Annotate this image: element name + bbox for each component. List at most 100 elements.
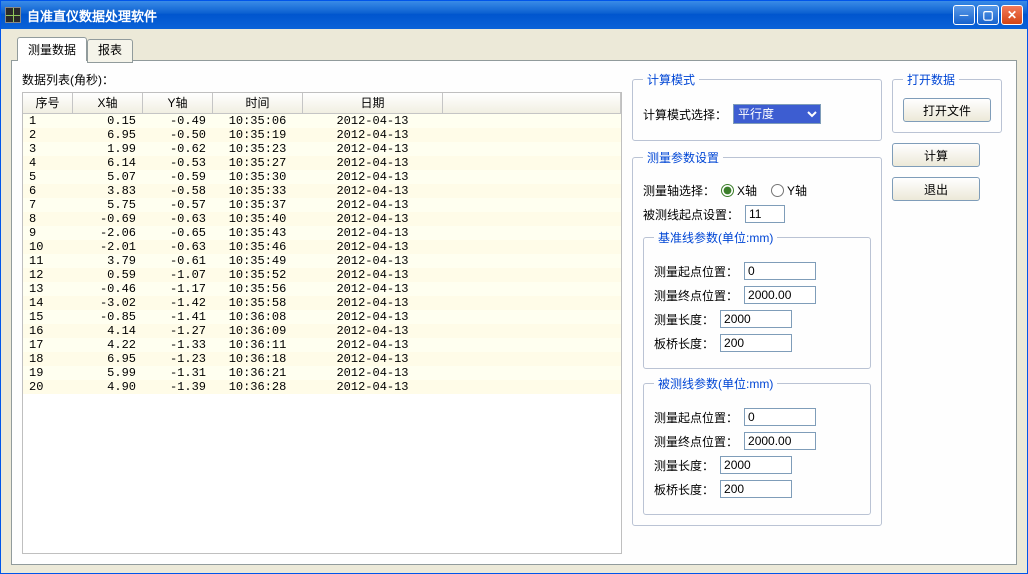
table-row[interactable]: 6 3.83 -0.5810:35:332012-04-13	[23, 184, 621, 198]
base-bridge-input[interactable]	[720, 334, 792, 352]
cell-y: -0.63	[143, 212, 213, 226]
table-row[interactable]: 18 6.95 -1.2310:36:182012-04-13	[23, 352, 621, 366]
cell-index: 20	[23, 380, 73, 394]
axis-x-option[interactable]: X轴	[721, 182, 757, 199]
minimize-button[interactable]: ─	[953, 5, 975, 25]
col-header-blank	[443, 93, 621, 113]
cell-time: 10:35:06	[213, 114, 303, 128]
table-row[interactable]: 4 6.14 -0.5310:35:272012-04-13	[23, 156, 621, 170]
open-data-legend: 打开数据	[903, 71, 959, 88]
axis-y-radio[interactable]	[771, 184, 784, 197]
tab-report[interactable]: 报表	[87, 39, 133, 63]
table-row[interactable]: 20 4.90 -1.3910:36:282012-04-13	[23, 380, 621, 394]
table-row[interactable]: 10 -2.01 -0.6310:35:462012-04-13	[23, 240, 621, 254]
cell-y: -1.31	[143, 366, 213, 380]
col-header-time[interactable]: 时间	[213, 93, 303, 113]
cell-time: 10:36:08	[213, 310, 303, 324]
table-row[interactable]: 14 -3.02 -1.4210:35:582012-04-13	[23, 296, 621, 310]
axis-x-radio[interactable]	[721, 184, 734, 197]
cell-y: -0.62	[143, 142, 213, 156]
cell-x: -0.69	[73, 212, 143, 226]
calc-mode-group: 计算模式 计算模式选择： 平行度	[632, 71, 882, 141]
axis-y-option[interactable]: Y轴	[771, 182, 807, 199]
cell-x: 6.95	[73, 128, 143, 142]
table-row[interactable]: 7 5.75 -0.5710:35:372012-04-13	[23, 198, 621, 212]
table-row[interactable]: 19 5.99 -1.3110:36:212012-04-13	[23, 366, 621, 380]
cell-index: 13	[23, 282, 73, 296]
table-row[interactable]: 8 -0.69 -0.6310:35:402012-04-13	[23, 212, 621, 226]
cell-y: -0.49	[143, 114, 213, 128]
target-len-input[interactable]	[720, 456, 792, 474]
table-row[interactable]: 17 4.22 -1.3310:36:112012-04-13	[23, 338, 621, 352]
target-bridge-label: 板桥长度：	[654, 481, 714, 498]
cell-index: 17	[23, 338, 73, 352]
cell-index: 15	[23, 310, 73, 324]
table-row[interactable]: 5 5.07 -0.5910:35:302012-04-13	[23, 170, 621, 184]
base-len-label: 测量长度：	[654, 311, 714, 328]
cell-y: -1.33	[143, 338, 213, 352]
col-header-index[interactable]: 序号	[23, 93, 73, 113]
base-end-input[interactable]	[744, 286, 816, 304]
open-file-button[interactable]: 打开文件	[903, 98, 991, 122]
cell-time: 10:36:28	[213, 380, 303, 394]
close-button[interactable]: ✕	[1001, 5, 1023, 25]
cell-x: -3.02	[73, 296, 143, 310]
open-data-group: 打开数据 打开文件	[892, 71, 1002, 133]
table-row[interactable]: 12 0.59 -1.0710:35:522012-04-13	[23, 268, 621, 282]
cell-time: 10:36:09	[213, 324, 303, 338]
col-header-x[interactable]: X轴	[73, 93, 143, 113]
exit-button[interactable]: 退出	[892, 177, 980, 201]
cell-y: -1.07	[143, 268, 213, 282]
maximize-button[interactable]: ▢	[977, 5, 999, 25]
col-header-y[interactable]: Y轴	[143, 93, 213, 113]
cell-time: 10:35:58	[213, 296, 303, 310]
cell-index: 2	[23, 128, 73, 142]
cell-date: 2012-04-13	[303, 310, 443, 324]
base-start-input[interactable]	[744, 262, 816, 280]
cell-time: 10:35:30	[213, 170, 303, 184]
cell-time: 10:35:19	[213, 128, 303, 142]
cell-time: 10:35:37	[213, 198, 303, 212]
app-icon	[5, 7, 21, 23]
actions-column: 打开数据 打开文件 计算 退出	[892, 71, 1002, 554]
settings-column: 计算模式 计算模式选择： 平行度 测量参数设置 测量轴选择： X轴	[632, 71, 882, 554]
meas-params-group: 测量参数设置 测量轴选择： X轴 Y轴 被测线起点设置： 基准线参数(单位:mm…	[632, 149, 882, 526]
table-row[interactable]: 11 3.79 -0.6110:35:492012-04-13	[23, 254, 621, 268]
cell-date: 2012-04-13	[303, 352, 443, 366]
cell-index: 8	[23, 212, 73, 226]
base-bridge-label: 板桥长度：	[654, 335, 714, 352]
table-row[interactable]: 9 -2.06 -0.6510:35:432012-04-13	[23, 226, 621, 240]
table-row[interactable]: 1 0.15 -0.4910:35:062012-04-13	[23, 114, 621, 128]
table-row[interactable]: 2 6.95 -0.5010:35:192012-04-13	[23, 128, 621, 142]
tab-measure-data[interactable]: 测量数据	[17, 37, 87, 61]
base-end-label: 测量终点位置：	[654, 287, 738, 304]
table-row[interactable]: 16 4.14 -1.2710:36:092012-04-13	[23, 324, 621, 338]
table-row[interactable]: 3 1.99 -0.6210:35:232012-04-13	[23, 142, 621, 156]
target-start-label: 测量起点位置：	[654, 409, 738, 426]
cell-y: -0.58	[143, 184, 213, 198]
calc-mode-select[interactable]: 平行度	[733, 104, 821, 124]
col-header-date[interactable]: 日期	[303, 93, 443, 113]
cell-time: 10:36:18	[213, 352, 303, 366]
cell-y: -0.61	[143, 254, 213, 268]
tab-strip: 测量数据 报表	[17, 37, 1017, 61]
calc-mode-label: 计算模式选择：	[643, 106, 727, 123]
table-row[interactable]: 13 -0.46 -1.1710:35:562012-04-13	[23, 282, 621, 296]
cell-time: 10:35:56	[213, 282, 303, 296]
base-len-input[interactable]	[720, 310, 792, 328]
calc-button[interactable]: 计算	[892, 143, 980, 167]
target-start-input[interactable]	[744, 408, 816, 426]
cell-x: 3.83	[73, 184, 143, 198]
data-list-panel: 数据列表(角秒)： 序号 X轴 Y轴 时间 日期 1 0.15 -0.4910:…	[22, 71, 622, 554]
cell-x: 1.99	[73, 142, 143, 156]
cell-date: 2012-04-13	[303, 324, 443, 338]
cell-date: 2012-04-13	[303, 366, 443, 380]
target-bridge-input[interactable]	[720, 480, 792, 498]
target-len-label: 测量长度：	[654, 457, 714, 474]
target-end-input[interactable]	[744, 432, 816, 450]
table-row[interactable]: 15 -0.85 -1.4110:36:082012-04-13	[23, 310, 621, 324]
start-point-label: 被测线起点设置：	[643, 206, 739, 223]
cell-y: -1.23	[143, 352, 213, 366]
cell-date: 2012-04-13	[303, 380, 443, 394]
start-point-input[interactable]	[745, 205, 785, 223]
